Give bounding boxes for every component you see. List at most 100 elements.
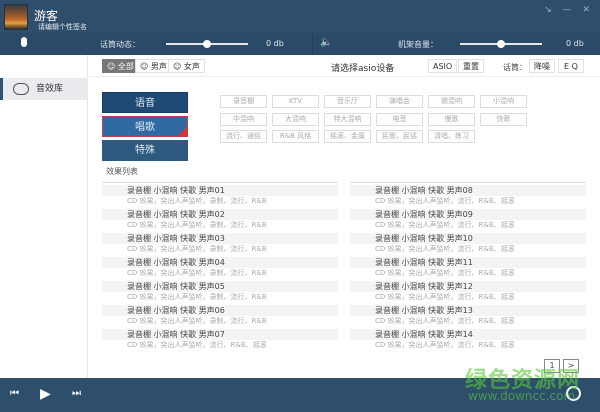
effect-tag[interactable]: 大混响 xyxy=(272,112,319,126)
filter-label: 全部 xyxy=(117,62,134,71)
list-item[interactable]: 录音棚 小混响 快歌 男声07 CD 效果，突出人声监听，流行、R&B、摇滚 xyxy=(102,327,338,351)
effect-title: 录音棚 小混响 快歌 男声14 xyxy=(350,329,586,340)
device-prompt[interactable]: 请选择asio设备 xyxy=(331,61,394,74)
eq-button[interactable]: E Q xyxy=(558,59,584,73)
check-icon xyxy=(178,127,187,136)
list-item[interactable]: 录音棚 小混响 快歌 男声04 CD 效果，突出人声监听，录制、流行、R&B xyxy=(102,255,338,279)
effect-tag[interactable]: 清唱、练习 xyxy=(428,130,475,143)
effect-title: 录音棚 小混响 快歌 男声08 xyxy=(350,185,586,196)
list-item[interactable]: 录音棚 小混响 快歌 男声10 CD 效果，突出人声监听，流行、R&B、摇滚 xyxy=(350,231,586,255)
effect-description: CD 效果，突出人声监听，流行、R&B、摇滚 xyxy=(375,197,515,205)
filter-female[interactable]: ☺ 女声 xyxy=(168,59,205,73)
effect-tag[interactable]: R&B 风格 xyxy=(272,130,319,143)
effect-title: 录音棚 小混响 快歌 男声11 xyxy=(350,257,586,268)
list-item[interactable]: 录音棚 小混响 快歌 男声12 CD 效果，突出人声监听，流行、R&B、摇滚 xyxy=(350,279,586,303)
effect-tag[interactable]: 演唱会 xyxy=(376,95,423,108)
effect-description: CD 效果，突出人声监听，录制、流行、R&B xyxy=(127,221,267,229)
next-icon[interactable]: ⏭ xyxy=(72,388,81,399)
effect-title: 录音棚 小混响 快歌 男声09 xyxy=(350,209,586,220)
effect-tag[interactable]: 微混响 xyxy=(428,95,475,108)
effect-tag[interactable]: KTV xyxy=(272,95,319,108)
effect-title: 录音棚 小混响 快歌 男声02 xyxy=(102,209,338,220)
toolbar: ☺ 全部 ☺ 男声 ☺ 女声 请选择asio设备 ASIO 重置 话筒： 降噪 … xyxy=(88,55,600,77)
effect-description: CD 效果，突出人声监听，流行、R&B、摇滚 xyxy=(375,221,515,229)
microphone-icon xyxy=(21,37,27,47)
effects-list-right: 录音棚 小混响 快歌 男声08 CD 效果，突出人声监听，流行、R&B、摇滚 录音棚… xyxy=(350,182,586,351)
effect-description: CD 效果，突出人声监听，流行、R&B、摇滚 xyxy=(127,341,267,349)
list-item[interactable]: 录音棚 小混响 快歌 男声05 CD 效果，突出人声监听，录制、流行、R&B xyxy=(102,279,338,303)
effect-tag[interactable]: 特大混响 xyxy=(324,112,371,126)
effect-description: CD 效果，突出人声监听，录制、流行、R&B xyxy=(127,293,267,301)
effect-tag[interactable]: 录音棚 xyxy=(220,95,267,108)
mic-label: 话筒： xyxy=(503,63,527,72)
effect-title: 录音棚 小混响 快歌 男声04 xyxy=(102,257,338,268)
slider-knob[interactable] xyxy=(203,40,211,48)
sidebar-item-label: 音效库 xyxy=(36,84,64,94)
asio-button[interactable]: ASIO xyxy=(428,59,458,73)
effect-description: CD 效果，突出人声监听，流行、R&B、摇滚 xyxy=(375,293,515,301)
category-label: 特殊 xyxy=(135,145,155,156)
effect-description: CD 效果，突出人声监听，录制、流行、R&B xyxy=(127,317,267,325)
list-item[interactable]: 录音棚 小混响 快歌 男声02 CD 效果，突出人声监听，录制、流行、R&B xyxy=(102,207,338,231)
previous-icon[interactable]: ⏮ xyxy=(10,388,19,399)
mic-label: 话筒动态： xyxy=(100,40,140,49)
control-bar: 话筒动态： 0 db 🔈 机架音量： 0 db xyxy=(0,33,600,55)
effect-description: CD 效果，突出人声监听，流行、R&B、摇滚 xyxy=(375,245,515,253)
effect-tag[interactable]: 小混响 xyxy=(480,95,527,108)
reset-button[interactable]: 重置 xyxy=(458,59,484,73)
effect-tag[interactable]: 电音 xyxy=(376,112,423,126)
cloud-mic-icon xyxy=(13,83,29,95)
effect-tag[interactable]: 民歌、民谣 xyxy=(376,130,423,143)
play-icon[interactable]: ▶ xyxy=(40,386,51,402)
denoise-button[interactable]: 降噪 xyxy=(529,59,555,73)
filter-male[interactable]: ☺ 男声 xyxy=(135,59,172,73)
effect-title: 录音棚 小混响 快歌 男声06 xyxy=(102,305,338,316)
effect-tag[interactable]: 摇滚、金属 xyxy=(324,130,371,143)
list-item[interactable]: 录音棚 小混响 快歌 男声06 CD 效果，突出人声监听，录制、流行、R&B xyxy=(102,303,338,327)
list-item[interactable]: 录音棚 小混响 快歌 男声13 CD 效果，突出人声监听，流行、R&B、摇滚 xyxy=(350,303,586,327)
effect-title: 录音棚 小混响 快歌 男声03 xyxy=(102,233,338,244)
speaker-slider[interactable] xyxy=(460,40,542,48)
mic-value: 0 db xyxy=(266,39,284,48)
effect-title: 录音棚 小混响 快歌 男声05 xyxy=(102,281,338,292)
effect-description: CD 效果，突出人声监听，录制、流行、R&B xyxy=(127,269,267,277)
category-voice[interactable]: 语音 xyxy=(102,92,188,113)
effect-description: CD 效果，突出人声监听，流行、R&B、摇滚 xyxy=(375,317,515,325)
effect-tag[interactable]: 音乐厅 xyxy=(324,95,371,108)
effect-tag[interactable]: 慢歌 xyxy=(428,112,475,126)
slider-knob[interactable] xyxy=(497,40,505,48)
filter-all[interactable]: ☺ 全部 xyxy=(102,59,139,73)
watermark-url: www.downcc.com xyxy=(468,389,576,403)
divider xyxy=(312,33,313,55)
list-item[interactable]: 录音棚 小混响 快歌 男声14 CD 效果，突出人声监听，流行、R&B、摇滚 xyxy=(350,327,586,351)
category-special[interactable]: 特殊 xyxy=(102,140,188,161)
signature[interactable]: 请编辑个性签名 xyxy=(38,22,87,32)
sidebar: 音效库 xyxy=(0,55,88,378)
effect-tag[interactable]: 中混响 xyxy=(220,112,267,126)
speaker-icon[interactable]: 🔈 xyxy=(320,37,332,48)
effect-description: CD 效果，突出人声监听，录制、流行、R&B xyxy=(127,245,267,253)
sidebar-item-effects-library[interactable]: 音效库 xyxy=(0,78,88,100)
list-item[interactable]: 录音棚 小混响 快歌 男声09 CD 效果，突出人声监听，流行、R&B、摇滚 xyxy=(350,207,586,231)
list-item[interactable]: 录音棚 小混响 快歌 男声11 CD 效果，突出人声监听，流行、R&B、摇滚 xyxy=(350,255,586,279)
category-label: 唱歌 xyxy=(135,122,155,133)
effect-title: 录音棚 小混响 快歌 男声12 xyxy=(350,281,586,292)
effect-description: CD 效果，突出人声监听，录制、流行、R&B xyxy=(127,197,267,205)
title-bar: 游客 请编辑个性签名 ↘ — ✕ xyxy=(0,0,600,33)
filter-label: 男声 xyxy=(150,62,167,71)
window-controls[interactable]: ↘ — ✕ xyxy=(544,5,594,15)
effect-tag[interactable]: 快歌 xyxy=(480,112,527,126)
speaker-label: 机架音量： xyxy=(398,40,438,49)
filter-label: 女声 xyxy=(183,62,200,71)
category-label: 语音 xyxy=(135,98,155,109)
effect-title: 录音棚 小混响 快歌 男声13 xyxy=(350,305,586,316)
speaker-value: 0 db xyxy=(566,39,584,48)
list-item[interactable]: 录音棚 小混响 快歌 男声01 CD 效果，突出人声监听，录制、流行、R&B xyxy=(102,183,338,207)
avatar[interactable] xyxy=(4,4,28,30)
list-item[interactable]: 录音棚 小混响 快歌 男声08 CD 效果，突出人声监听，流行、R&B、摇滚 xyxy=(350,183,586,207)
list-item[interactable]: 录音棚 小混响 快歌 男声03 CD 效果，突出人声监听，录制、流行、R&B xyxy=(102,231,338,255)
mic-slider[interactable] xyxy=(166,40,248,48)
effect-description: CD 效果，突出人声监听，流行、R&B、摇滚 xyxy=(375,341,515,349)
category-singing[interactable]: 唱歌 xyxy=(102,116,188,137)
effect-tag[interactable]: 流行、通俗 xyxy=(220,130,267,143)
